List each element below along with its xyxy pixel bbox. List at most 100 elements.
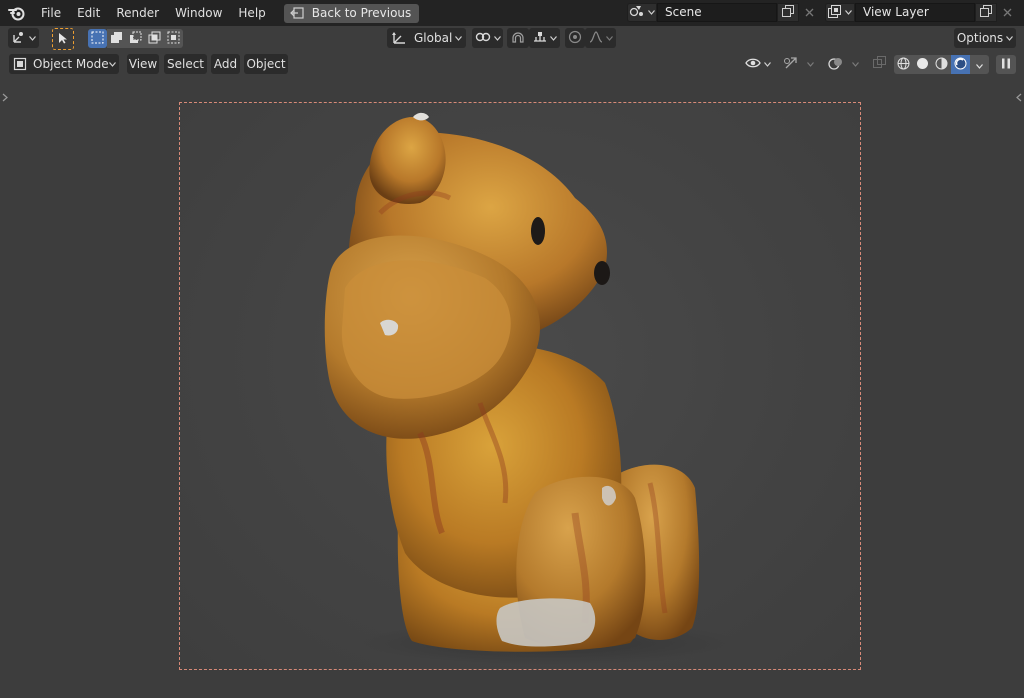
menu-object[interactable]: Object [244, 54, 288, 74]
view-layer-selector: View Layer [825, 3, 1017, 22]
overlays-dropdown[interactable] [823, 54, 863, 74]
new-view-layer-button[interactable] [975, 3, 997, 22]
proportional-falloff-dropdown[interactable] [585, 28, 616, 48]
menu-edit[interactable]: Edit [69, 2, 108, 24]
rendered-sphere-icon [954, 57, 967, 73]
menu-file[interactable]: File [33, 2, 69, 24]
3d-viewport[interactable] [0, 78, 1024, 698]
sidebar-expand-arrow-icon[interactable] [1016, 93, 1022, 105]
shading-options-dropdown[interactable] [970, 55, 989, 74]
select-mode-difference-button[interactable] [145, 29, 164, 48]
object-mode-icon [13, 57, 27, 71]
select-tool-button[interactable] [52, 28, 74, 50]
select-mode-subtract-button[interactable] [126, 29, 145, 48]
transform-orientation-dropdown[interactable]: Global [387, 28, 466, 48]
object-visibility-dropdown[interactable] [742, 54, 774, 74]
interaction-mode-dropdown[interactable]: Object Mode [9, 54, 119, 74]
3d-viewport-icon [12, 30, 26, 47]
orientation-axes-icon [391, 31, 407, 45]
delete-scene-button[interactable] [799, 3, 819, 22]
viewport-menu-row: Object Mode View Select Add Object [0, 54, 1024, 78]
close-icon [805, 6, 814, 20]
view-layer-browse-dropdown[interactable] [825, 3, 855, 22]
menu-select-label: Select [166, 57, 205, 71]
new-scene-button[interactable] [777, 3, 799, 22]
shading-rendered-button[interactable] [951, 55, 970, 74]
view-layer-name-field[interactable]: View Layer [855, 3, 975, 22]
chevron-down-icon [109, 61, 116, 67]
back-to-previous-button[interactable]: Back to Previous [283, 3, 420, 23]
scene-name-field[interactable]: Scene [657, 3, 777, 22]
menu-add[interactable]: Add [211, 54, 240, 74]
selection-new-icon [91, 31, 104, 47]
snap-target-dropdown[interactable] [529, 28, 560, 48]
scene-browse-dropdown[interactable] [627, 3, 657, 22]
pivot-point-dropdown[interactable] [472, 28, 503, 48]
back-to-previous-label: Back to Previous [311, 6, 412, 20]
material-sphere-icon [935, 57, 948, 73]
pivot-link-icon [475, 31, 491, 46]
xray-toggle[interactable] [869, 54, 889, 74]
blender-logo-icon[interactable] [7, 3, 27, 23]
shading-solid-button[interactable] [913, 55, 932, 74]
menu-view[interactable]: View [127, 54, 159, 74]
chevron-down-icon [764, 61, 771, 67]
camera-frame [179, 102, 861, 670]
snap-toggle[interactable] [507, 28, 529, 48]
menu-object-label: Object [246, 57, 286, 71]
chevron-down-icon [549, 35, 557, 41]
wireframe-sphere-icon [897, 57, 910, 73]
gizmo-arrows-icon [783, 56, 799, 73]
overlays-circles-icon [827, 56, 844, 73]
options-label: Options [956, 31, 1004, 45]
proportional-editing-toggle[interactable] [565, 28, 585, 48]
close-icon [1003, 6, 1012, 20]
editor-type-dropdown[interactable] [8, 28, 39, 48]
gizmo-dropdown[interactable] [778, 54, 818, 74]
shading-material-button[interactable] [932, 55, 951, 74]
proportional-circle-icon [568, 30, 582, 47]
toolbar-expand-arrow-icon[interactable] [2, 93, 8, 105]
delete-view-layer-button[interactable] [997, 3, 1017, 22]
xray-icon [872, 56, 886, 72]
scene-selector: Scene [627, 3, 819, 22]
chevron-down-icon [806, 61, 814, 67]
selection-intersect-icon [167, 31, 180, 47]
chevron-down-icon [976, 58, 983, 72]
menu-window[interactable]: Window [167, 2, 230, 24]
select-mode-extend-button[interactable] [107, 29, 126, 48]
chevron-down-icon [605, 35, 613, 41]
interaction-mode-label: Object Mode [33, 57, 109, 71]
menu-help[interactable]: Help [230, 2, 273, 24]
duplicate-icon [782, 5, 794, 20]
chevron-down-icon [28, 35, 36, 41]
top-bar: File Edit Render Window Help Back to Pre… [0, 0, 1024, 26]
shading-wireframe-button[interactable] [894, 55, 913, 74]
options-dropdown[interactable]: Options [954, 28, 1016, 48]
render-layers-icon [828, 4, 842, 21]
back-arrow-icon [289, 7, 304, 19]
chevron-down-icon [1006, 35, 1014, 41]
menu-select[interactable]: Select [164, 54, 207, 74]
chevron-down-icon [851, 61, 859, 67]
chevron-down-icon [845, 10, 852, 15]
transform-orientation-label: Global [414, 31, 453, 45]
teddy-bear-model[interactable] [180, 103, 861, 670]
pause-render-button[interactable] [996, 55, 1016, 74]
tool-settings-row: Global Options [0, 28, 1024, 52]
snap-increment-icon [533, 31, 547, 46]
menu-render[interactable]: Render [108, 2, 167, 24]
select-mode-new-button[interactable] [88, 29, 107, 48]
menu-view-label: View [128, 57, 158, 71]
viewport-header: Global Options Object Mode View Select A… [0, 26, 1024, 78]
chevron-down-icon [455, 35, 462, 41]
selection-difference-icon [148, 31, 161, 47]
scene-icon [629, 4, 645, 21]
falloff-curve-icon [589, 30, 603, 46]
magnet-icon [511, 30, 525, 47]
select-mode-intersect-button[interactable] [164, 29, 183, 48]
selection-subtract-icon [129, 31, 142, 47]
selection-extend-icon [110, 31, 123, 47]
duplicate-icon [980, 5, 992, 20]
solid-sphere-icon [916, 57, 929, 73]
